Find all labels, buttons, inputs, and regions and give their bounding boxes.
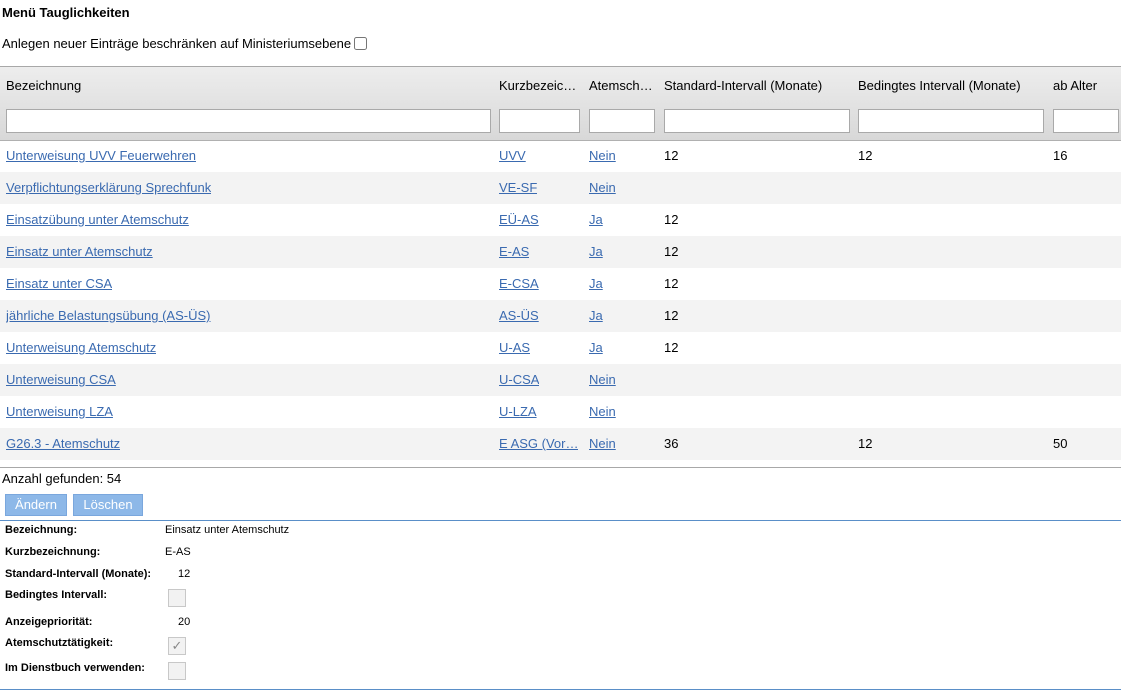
filter-bedingtes-intervall-input[interactable]: [858, 109, 1044, 133]
cell-bezeichnung[interactable]: Verpflichtungserklärung Sprechfunk: [6, 180, 211, 195]
cell-kurzbezeichnung[interactable]: UVV: [499, 148, 526, 163]
table-row[interactable]: Verpflichtungserklärung Sprechfunk VE-SF N…: [0, 172, 1121, 204]
cell-atemschutz[interactable]: Ja: [589, 244, 603, 259]
restrict-setting: Anlegen neuer Einträge beschränken auf M…: [2, 36, 368, 51]
cell-kurzbezeichnung[interactable]: AS-ÜS: [499, 308, 539, 323]
table-row[interactable]: jährliche Belastungsübung (AS-ÜS) AS-ÜS Ja…: [0, 300, 1121, 332]
cell-kurzbezeichnung[interactable]: VE-SF: [499, 180, 537, 195]
table-row[interactable]: Unterweisung UVV Feuerwehren UVV Nein 12 12 1…: [0, 140, 1121, 172]
detail-kurzbezeichnung-label: Kurzbezeichnung:: [5, 546, 101, 558]
column-header-bedingtes-intervall[interactable]: Bedingtes Intervall (Monate): [858, 78, 1044, 93]
cell-kurzbezeichnung[interactable]: E-AS: [499, 244, 529, 259]
delete-button[interactable]: Löschen: [73, 494, 143, 516]
cell-standard-intervall: 12: [664, 212, 679, 227]
cell-kurzbezeichnung[interactable]: U-LZA: [499, 404, 537, 419]
page-title: Menü Tauglichkeiten: [2, 5, 130, 20]
table-row[interactable]: Einsatz unter CSA E-CSA Ja 12: [0, 268, 1121, 300]
cell-atemschutz[interactable]: Ja: [589, 212, 603, 227]
detail-panel: Bezeichnung: Einsatz unter Atemschutz Ku…: [0, 520, 1121, 690]
column-header-ab-alter[interactable]: ab Alter: [1053, 78, 1119, 93]
cell-bezeichnung[interactable]: Einsatz unter CSA: [6, 276, 112, 291]
column-header-atemschutz[interactable]: Atemsch…: [589, 78, 655, 93]
filter-standard-intervall-input[interactable]: [664, 109, 850, 133]
cell-ab-alter: 16: [1053, 148, 1068, 163]
cell-standard-intervall: 12: [664, 276, 679, 291]
cell-atemschutz[interactable]: Ja: [589, 340, 603, 355]
cell-atemschutz[interactable]: Nein: [589, 404, 616, 419]
column-header-bezeichnung[interactable]: Bezeichnung: [6, 78, 486, 93]
cell-atemschutz[interactable]: Nein: [589, 148, 616, 163]
detail-bezeichnung-label: Bezeichnung:: [5, 524, 78, 536]
detail-bedingtes-intervall-checkbox: [168, 589, 186, 607]
detail-bedingtes-intervall-label: Bedingtes Intervall:: [5, 589, 108, 601]
table-row[interactable]: Unterweisung Atemschutz U-AS Ja 12: [0, 332, 1121, 364]
cell-bezeichnung[interactable]: jährliche Belastungsübung (AS-ÜS): [6, 308, 211, 323]
detail-kurzbezeichnung-value: E-AS: [165, 546, 191, 558]
cell-standard-intervall: 12: [664, 244, 679, 259]
detail-atemschutztaetigkeit-label: Atemschutztätigkeit:: [5, 637, 114, 649]
restrict-label: Anlegen neuer Einträge beschränken auf M…: [2, 36, 352, 51]
cell-standard-intervall: 12: [664, 340, 679, 355]
cell-kurzbezeichnung[interactable]: E ASG (Vor…: [499, 436, 578, 451]
filter-kurzbezeichnung-input[interactable]: [499, 109, 580, 133]
cell-bezeichnung[interactable]: G26.3 - Atemschutz: [6, 436, 120, 451]
cell-bezeichnung[interactable]: Unterweisung LZA: [6, 404, 113, 419]
detail-anzeigeprioritaet-value: 20: [178, 616, 191, 628]
cell-atemschutz[interactable]: Ja: [589, 276, 603, 291]
cell-kurzbezeichnung[interactable]: U-CSA: [499, 372, 539, 387]
cell-bezeichnung[interactable]: Unterweisung UVV Feuerwehren: [6, 148, 196, 163]
cell-standard-intervall: 12: [664, 308, 679, 323]
table-row[interactable]: G26.3 - Atemschutz E ASG (Vor… Nein 36 12 50: [0, 428, 1121, 460]
column-header-standard-intervall[interactable]: Standard-Intervall (Monate): [664, 78, 850, 93]
cell-bezeichnung[interactable]: Unterweisung Atemschutz: [6, 340, 156, 355]
cell-bezeichnung[interactable]: Einsatzübung unter Atemschutz: [6, 212, 189, 227]
cell-atemschutz[interactable]: Nein: [589, 372, 616, 387]
filter-atemschutz-input[interactable]: [589, 109, 655, 133]
cell-bedingtes-intervall: 12: [858, 148, 873, 163]
detail-bezeichnung-value: Einsatz unter Atemschutz: [165, 524, 290, 536]
detail-atemschutztaetigkeit-checkbox: ✓: [168, 637, 186, 655]
table-row[interactable]: Einsatzübung unter Atemschutz EÜ-AS Ja 12: [0, 204, 1121, 236]
cell-kurzbezeichnung[interactable]: U-AS: [499, 340, 530, 355]
cell-standard-intervall: 12: [664, 148, 679, 163]
column-header-kurzbezeichnung[interactable]: Kurzbezeic…: [499, 78, 579, 93]
detail-anzeigeprioritaet-label: Anzeigepriorität:: [5, 616, 93, 628]
cell-ab-alter: 50: [1053, 436, 1068, 451]
table-row[interactable]: Einsatz unter Atemschutz E-AS Ja 12: [0, 236, 1121, 268]
cell-atemschutz[interactable]: Ja: [589, 308, 603, 323]
detail-standard-intervall-label: Standard-Intervall (Monate):: [5, 568, 152, 580]
cell-standard-intervall: 36: [664, 436, 679, 451]
cell-kurzbezeichnung[interactable]: EÜ-AS: [499, 212, 539, 227]
filter-bezeichnung-input[interactable]: [6, 109, 491, 133]
grid-header: Bezeichnung Kurzbezeic… Atemsch… Standar…: [0, 67, 1121, 141]
data-grid: Bezeichnung Kurzbezeic… Atemsch… Standar…: [0, 66, 1121, 468]
edit-button[interactable]: Ändern: [5, 494, 67, 516]
detail-standard-intervall-value: 12: [178, 568, 191, 580]
cell-atemschutz[interactable]: Nein: [589, 436, 616, 451]
cell-bedingtes-intervall: 12: [858, 436, 873, 451]
cell-kurzbezeichnung[interactable]: E-CSA: [499, 276, 539, 291]
restrict-checkbox[interactable]: [354, 37, 368, 50]
table-row[interactable]: Unterweisung LZA U-LZA Nein: [0, 396, 1121, 428]
cell-bezeichnung[interactable]: Unterweisung CSA: [6, 372, 116, 387]
table-row[interactable]: Unterweisung CSA U-CSA Nein: [0, 364, 1121, 396]
detail-dienstbuch-label: Im Dienstbuch verwenden:: [5, 662, 145, 674]
detail-dienstbuch-checkbox: [168, 662, 186, 680]
filter-ab-alter-input[interactable]: [1053, 109, 1119, 133]
result-count: Anzahl gefunden: 54: [2, 471, 122, 486]
cell-atemschutz[interactable]: Nein: [589, 180, 616, 195]
cell-bezeichnung[interactable]: Einsatz unter Atemschutz: [6, 244, 153, 259]
